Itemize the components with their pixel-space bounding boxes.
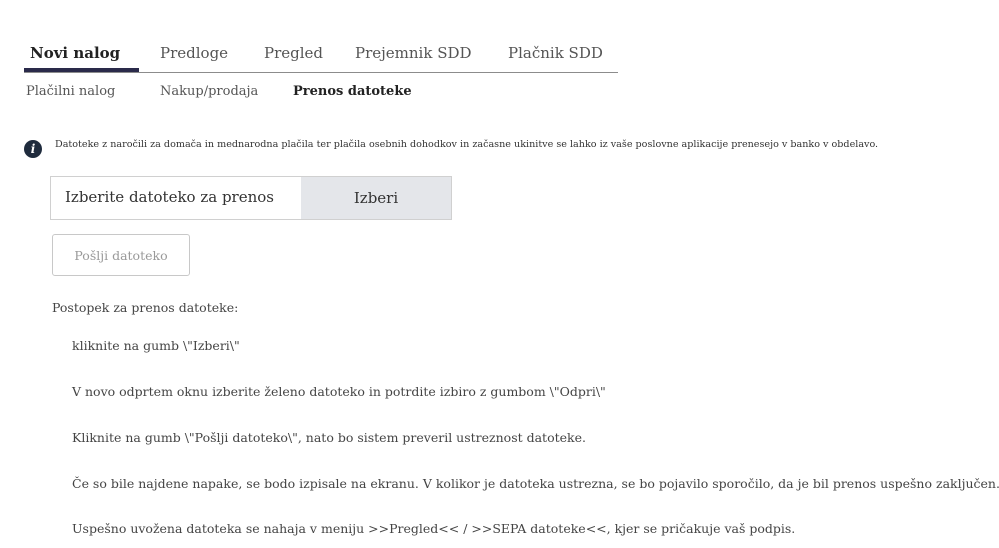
tab-novi-nalog[interactable]: Novi nalog (30, 44, 120, 62)
file-select-box: Izberite datoteko za prenos Izberi (50, 176, 452, 220)
procedure-step: kliknite na gumb \"Izberi\" (72, 338, 240, 353)
tab-placnik-sdd[interactable]: Plačnik SDD (508, 44, 603, 62)
file-select-label: Izberite datoteko za prenos (65, 188, 274, 206)
info-text: Datoteke z naročili za domača in mednaro… (55, 139, 879, 150)
subtab-placilni-nalog[interactable]: Plačilni nalog (26, 84, 115, 99)
tab-pregled[interactable]: Pregled (264, 44, 323, 62)
tab-prejemnik-sdd[interactable]: Prejemnik SDD (355, 44, 472, 62)
procedure-step: V novo odprtem oknu izberite želeno dato… (72, 384, 606, 399)
send-file-button[interactable]: Pošlji datoteko (52, 234, 190, 276)
active-tab-indicator (24, 68, 139, 72)
subtab-nakup-prodaja[interactable]: Nakup/prodaja (160, 84, 258, 99)
procedure-title: Postopek za prenos datoteke: (52, 300, 239, 315)
page: Novi nalog Predloge Pregled Prejemnik SD… (0, 0, 999, 548)
info-icon: i (24, 140, 42, 158)
procedure-step: Če so bile najdene napake, se bodo izpis… (72, 476, 999, 491)
main-tabs: Novi nalog Predloge Pregled Prejemnik SD… (24, 38, 618, 73)
tab-predloge[interactable]: Predloge (160, 44, 228, 62)
procedure-step: Kliknite na gumb \"Pošlji datoteko\", na… (72, 430, 586, 445)
subtab-prenos-datoteke[interactable]: Prenos datoteke (293, 84, 412, 99)
procedure-step: Uspešno uvožena datoteka se nahaja v men… (72, 521, 796, 536)
choose-file-button[interactable]: Izberi (301, 177, 451, 219)
